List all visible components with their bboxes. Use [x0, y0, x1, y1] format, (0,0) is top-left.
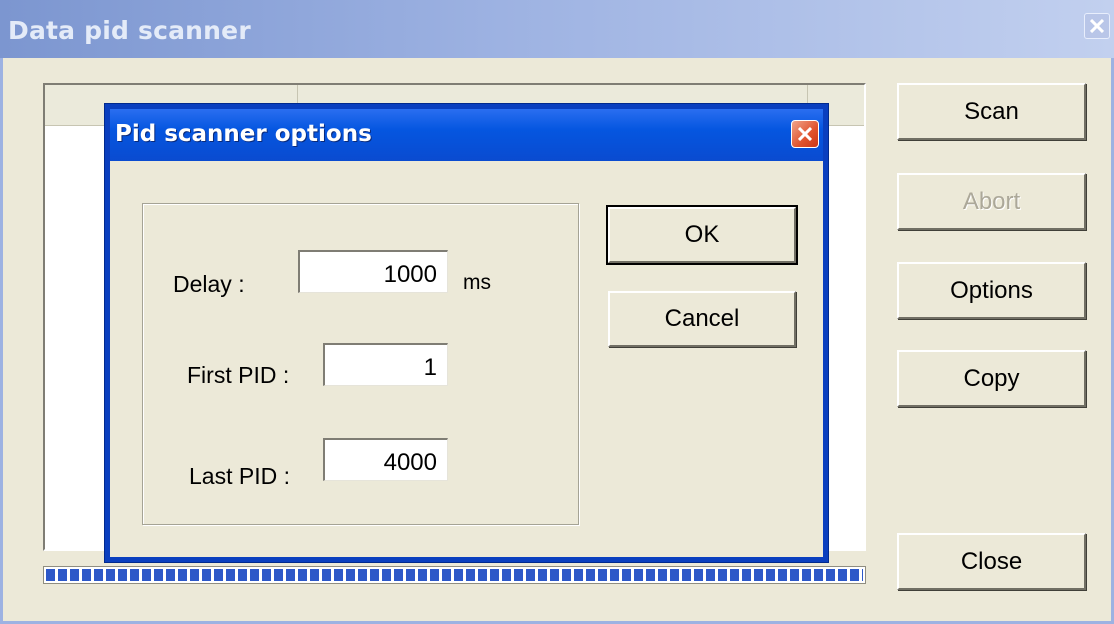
scan-button[interactable]: Scan	[897, 83, 1086, 140]
options-dialog: Pid scanner options Delay : ms First PID…	[105, 104, 828, 562]
main-close-icon[interactable]	[1084, 13, 1110, 39]
options-dialog-titlebar[interactable]: Pid scanner options	[110, 109, 823, 161]
delay-input[interactable]	[298, 250, 448, 293]
options-button[interactable]: Options	[897, 262, 1086, 319]
abort-button[interactable]: Abort	[897, 173, 1086, 230]
main-window-titlebar[interactable]: Data pid scanner	[0, 0, 1114, 58]
first-pid-input[interactable]	[323, 343, 448, 386]
last-pid-label: Last PID :	[189, 463, 290, 489]
delay-unit-label: ms	[463, 271, 491, 294]
scan-progress-fill	[46, 569, 863, 581]
copy-button[interactable]: Copy	[897, 350, 1086, 407]
close-button[interactable]: Close	[897, 533, 1086, 590]
last-pid-input[interactable]	[323, 438, 448, 481]
cancel-button[interactable]: Cancel	[608, 291, 796, 347]
dialog-close-icon[interactable]	[791, 120, 819, 148]
main-window-title: Data pid scanner	[8, 16, 251, 45]
options-dialog-title: Pid scanner options	[115, 121, 372, 147]
delay-label: Delay :	[173, 271, 245, 297]
first-pid-label: First PID :	[187, 362, 290, 388]
scan-progress-bar	[43, 566, 866, 584]
ok-button[interactable]: OK	[606, 205, 798, 265]
